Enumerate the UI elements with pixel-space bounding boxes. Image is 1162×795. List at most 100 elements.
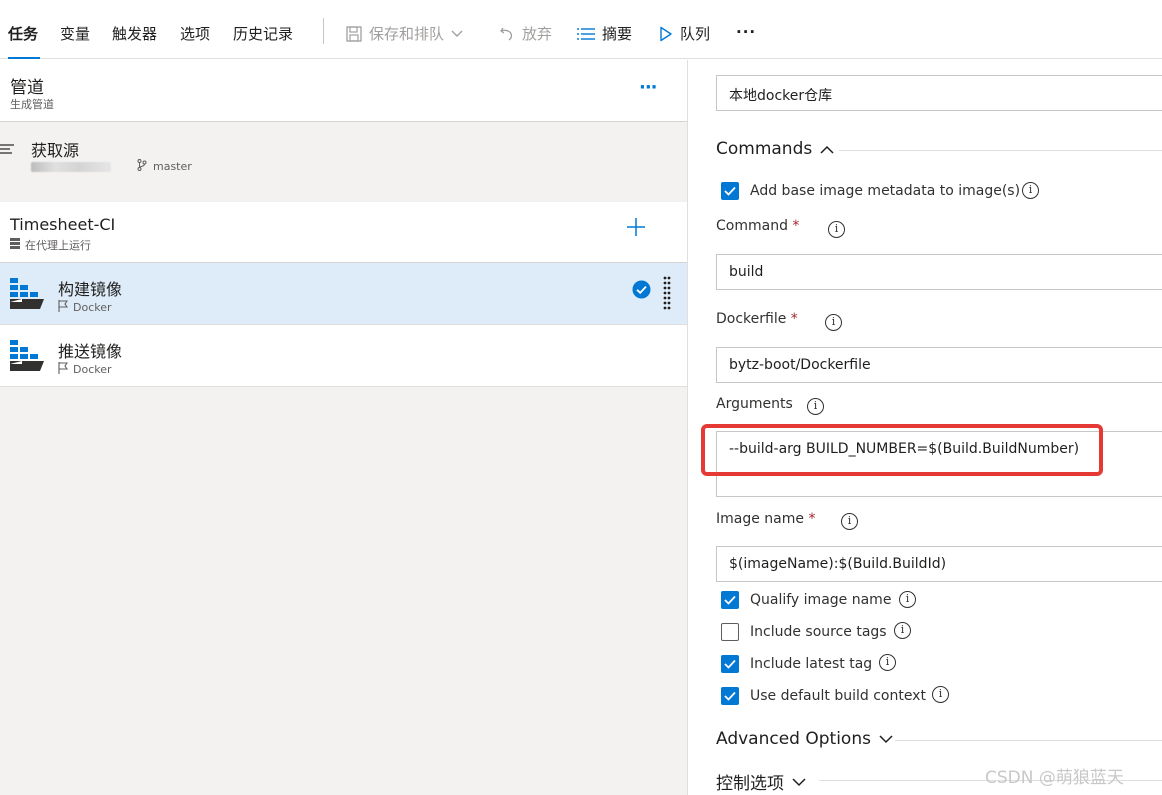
qualify-image-name-checkbox[interactable]: Qualify image name [721, 591, 891, 609]
tab-triggers[interactable]: 触发器 [112, 23, 157, 44]
check-icon [724, 691, 736, 701]
pipeline-subtitle: 生成管道 [10, 98, 54, 111]
check-icon [724, 659, 736, 669]
pipeline-tree-pane: 管道 生成管道 ··· 获取源 master Timesheet-CI 在代理上… [0, 60, 688, 795]
info-icon[interactable]: i [828, 221, 845, 238]
save-and-queue-button[interactable]: 保存和排队 [346, 23, 463, 44]
job-subtitle-text: 在代理上运行 [25, 239, 91, 252]
info-icon[interactable]: i [894, 622, 911, 639]
control-options-title: 控制选项 [716, 774, 784, 794]
command-label-text: Command [716, 218, 788, 234]
source-list-icon [0, 142, 16, 161]
checkbox-label: Include source tags [750, 624, 887, 640]
checkbox-label: Add base image metadata to image(s) [750, 183, 1021, 199]
info-icon[interactable]: i [841, 513, 858, 530]
task-details-pane: 本地docker仓库 Commands Add base image metad… [689, 60, 1162, 795]
checkbox-label: Include latest tag [750, 656, 873, 672]
task-push-image[interactable]: 推送镜像 Docker [0, 325, 687, 387]
queue-button[interactable]: 队列 [659, 23, 710, 44]
tab-variables[interactable]: 变量 [60, 23, 90, 44]
drag-handle-icon[interactable] [663, 276, 671, 314]
more-actions-button[interactable]: ··· [736, 23, 756, 41]
checkbox[interactable] [721, 655, 739, 673]
advanced-options-section-header[interactable]: Advanced Options [716, 729, 893, 749]
save-icon [346, 25, 362, 42]
required-marker: * [792, 218, 800, 234]
chevron-down-icon [792, 772, 806, 792]
arguments-label: Arguments [716, 396, 793, 412]
watermark: CSDN @萌狼蓝天 [985, 768, 1124, 788]
discard-button[interactable]: 放弃 [499, 23, 552, 44]
chevron-up-icon [820, 139, 834, 159]
checkbox[interactable] [721, 623, 739, 641]
summary-button[interactable]: 摘要 [577, 23, 632, 44]
image-name-input[interactable]: $(imageName):$(Build.BuildId) [716, 546, 1162, 582]
commands-section-header[interactable]: Commands [716, 139, 834, 159]
required-marker: * [808, 511, 816, 527]
checkbox-label: Use default build context [750, 688, 926, 704]
discard-label: 放弃 [522, 25, 553, 43]
redacted-repo-name [31, 162, 111, 172]
info-icon[interactable]: i [807, 398, 824, 415]
checkbox[interactable] [721, 687, 739, 705]
commands-section-title: Commands [716, 139, 813, 159]
play-icon [659, 26, 673, 42]
pipeline-header[interactable]: 管道 生成管道 ··· [0, 60, 687, 122]
info-icon[interactable]: i [825, 314, 842, 331]
job-subtitle: 在代理上运行 [10, 237, 91, 253]
dockerfile-label-text: Dockerfile [716, 311, 787, 327]
toolbar-divider [323, 18, 324, 44]
check-icon [724, 186, 736, 196]
task-type: Docker [73, 363, 112, 376]
registry-input[interactable]: 本地docker仓库 [716, 75, 1162, 111]
tab-tasks[interactable]: 任务 [8, 23, 38, 44]
command-input[interactable]: build [716, 254, 1162, 290]
image-name-label: Image name * [716, 511, 815, 527]
branch-icon [137, 159, 147, 174]
include-latest-tag-checkbox[interactable]: Include latest tag [721, 655, 872, 673]
tab-options[interactable]: 选项 [180, 23, 210, 44]
branch-name: master [153, 160, 192, 173]
pipeline-more-button[interactable]: ··· [639, 77, 657, 98]
top-toolbar: 任务 变量 触发器 选项 历史记录 保存和排队 放弃 摘要 队列 ··· [0, 0, 1162, 59]
checkbox[interactable] [721, 591, 739, 609]
info-icon[interactable]: i [879, 654, 896, 671]
job-title: Timesheet-CI [10, 215, 116, 234]
arguments-textarea[interactable]: --build-arg BUILD_NUMBER=$(Build.BuildNu… [716, 431, 1162, 497]
control-options-section-header[interactable]: 控制选项 [716, 769, 806, 794]
plus-icon [627, 218, 645, 236]
branch-info: master [137, 159, 192, 174]
get-sources-item[interactable]: 获取源 master [0, 122, 687, 202]
info-icon[interactable]: i [1022, 182, 1039, 199]
info-icon[interactable]: i [899, 591, 916, 608]
server-icon [10, 238, 20, 252]
task-subtitle: Docker [58, 362, 112, 377]
flag-icon [58, 300, 69, 315]
include-source-tags-checkbox[interactable]: Include source tags [721, 623, 887, 641]
get-sources-title: 获取源 [31, 141, 80, 160]
advanced-options-title: Advanced Options [716, 729, 871, 749]
check-icon [724, 595, 736, 605]
undo-icon [499, 26, 515, 42]
task-title: 推送镜像 [58, 342, 123, 361]
enabled-check-icon [632, 280, 651, 303]
chevron-down-icon [879, 729, 893, 749]
active-tab-indicator [8, 57, 40, 59]
dockerfile-input[interactable]: bytz-boot/Dockerfile [716, 347, 1162, 383]
tab-history[interactable]: 历史记录 [233, 23, 293, 44]
info-icon[interactable]: i [932, 686, 949, 703]
checkbox[interactable] [721, 182, 739, 200]
task-build-image[interactable]: 构建镜像 Docker [0, 263, 687, 325]
agent-job[interactable]: Timesheet-CI 在代理上运行 [0, 202, 687, 263]
command-label: Command * [716, 218, 799, 234]
pipeline-title: 管道 [10, 78, 44, 98]
add-metadata-checkbox[interactable]: Add base image metadata to image(s) [721, 182, 1020, 200]
checkbox-label: Qualify image name [750, 592, 892, 608]
use-default-build-context-checkbox[interactable]: Use default build context [721, 687, 926, 705]
dockerfile-label: Dockerfile * [716, 311, 798, 327]
add-task-button[interactable] [626, 216, 646, 242]
task-subtitle: Docker [58, 300, 112, 315]
queue-label: 队列 [680, 25, 711, 43]
docker-icon [10, 278, 44, 314]
flag-icon [58, 362, 69, 377]
